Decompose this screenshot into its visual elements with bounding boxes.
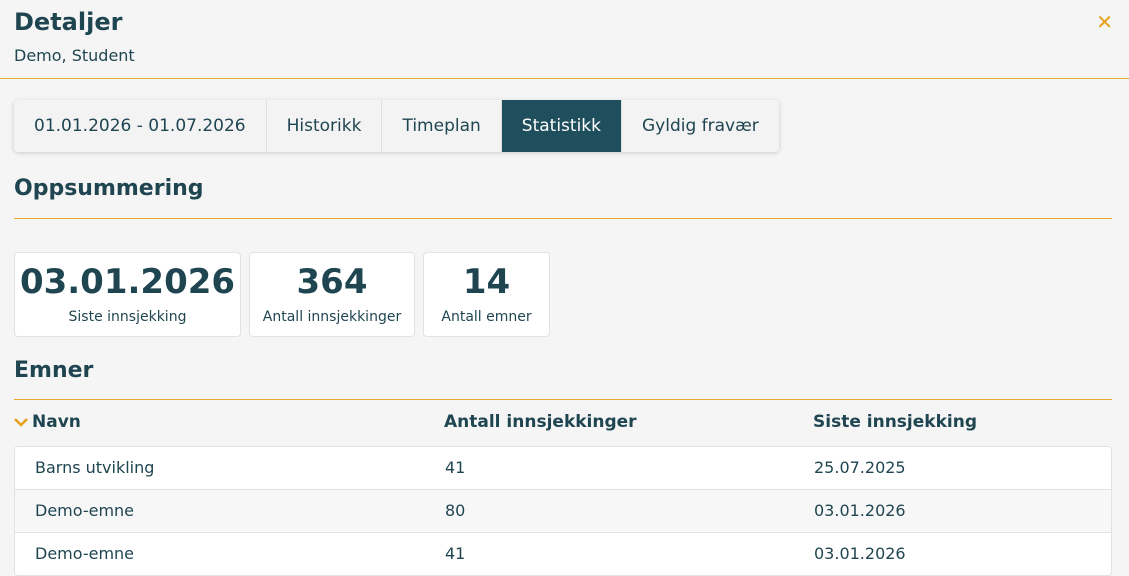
stat-card-subject-count: 14 Antall emner — [423, 252, 550, 337]
cell-name: Barns utvikling — [35, 458, 155, 477]
column-header-label: Navn — [32, 412, 81, 432]
tab-statistikk[interactable]: Statistikk — [501, 100, 622, 152]
cell-name: Demo-emne — [35, 544, 135, 563]
table-row[interactable]: Demo-emne 80 03.01.2026 — [15, 489, 1111, 532]
tab-gyldig-fravaer[interactable]: Gyldig fravær — [622, 100, 779, 152]
close-icon[interactable]: ✕ — [1096, 10, 1113, 34]
subjects-heading: Emner — [14, 358, 94, 383]
stat-label: Antall emner — [441, 309, 532, 325]
chevron-down-icon[interactable] — [14, 413, 28, 431]
cell-count: 41 — [445, 458, 466, 477]
summary-heading: Oppsummering — [14, 176, 204, 201]
summary-divider — [14, 218, 1112, 219]
cell-last-checkin: 25.07.2025 — [814, 458, 906, 477]
cell-name: Demo-emne — [35, 501, 135, 520]
stat-card-checkin-count: 364 Antall innsjekkinger — [249, 252, 415, 337]
stat-card-last-checkin: 03.01.2026 Siste innsjekking — [14, 252, 241, 337]
stat-value: 03.01.2026 — [19, 262, 236, 302]
stat-label: Siste innsjekking — [68, 309, 187, 325]
page-title: Detaljer — [14, 8, 123, 36]
table-row[interactable]: Barns utvikling 41 25.07.2025 — [15, 447, 1111, 489]
cell-count: 80 — [445, 501, 466, 520]
table-row[interactable]: Demo-emne 41 03.01.2026 — [15, 532, 1111, 575]
student-name: Demo, Student — [14, 46, 135, 65]
stat-value: 364 — [296, 262, 368, 302]
tab-timeplan[interactable]: Timeplan — [382, 100, 502, 152]
stat-label: Antall innsjekkinger — [262, 309, 402, 325]
tab-date-range[interactable]: 01.01.2026 - 01.07.2026 — [14, 100, 267, 152]
cell-last-checkin: 03.01.2026 — [814, 544, 906, 563]
cell-count: 41 — [445, 544, 466, 563]
stat-value: 14 — [462, 262, 511, 302]
details-header: Detaljer Demo, Student ✕ — [0, 0, 1129, 79]
cell-last-checkin: 03.01.2026 — [814, 501, 906, 520]
tab-bar: 01.01.2026 - 01.07.2026 Historikk Timepl… — [14, 100, 779, 152]
tab-historikk[interactable]: Historikk — [267, 100, 383, 152]
subjects-divider — [14, 399, 1112, 400]
subjects-table: Barns utvikling 41 25.07.2025 Demo-emne … — [14, 446, 1112, 576]
column-header-count[interactable]: Antall innsjekkinger — [444, 412, 637, 432]
column-header-last-checkin[interactable]: Siste innsjekking — [813, 412, 977, 432]
column-header-name[interactable]: Navn — [14, 412, 81, 432]
